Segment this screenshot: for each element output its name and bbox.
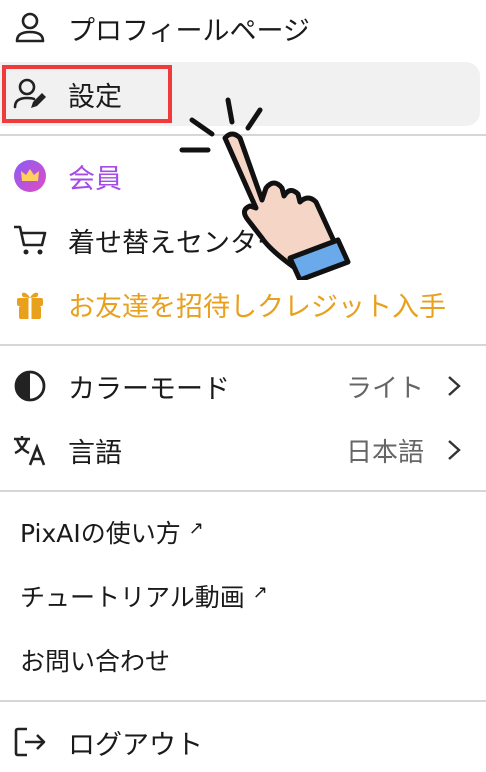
contrast-icon: [12, 368, 48, 404]
cart-icon: [12, 222, 48, 258]
crown-icon: [12, 158, 48, 194]
language-value: 日本語: [345, 437, 424, 468]
gift-icon: [12, 286, 48, 322]
menu-item-color-mode[interactable]: カラーモード ライト: [0, 358, 486, 414]
logout-icon: [12, 724, 48, 760]
chevron-right-icon: [448, 376, 461, 396]
menu-item-shop[interactable]: 着せ替えセンター: [0, 212, 486, 268]
translate-icon: [12, 432, 48, 468]
divider: [0, 700, 486, 702]
menu-item-label: お友達を招待しクレジット入手: [68, 291, 446, 323]
chevron-right-icon: [448, 440, 461, 460]
divider: [0, 344, 486, 346]
divider: [0, 490, 486, 492]
menu-item-label: 着せ替えセンター: [68, 227, 284, 259]
menu-item-member[interactable]: 会員: [0, 148, 486, 204]
user-icon: [12, 10, 48, 46]
menu-item-label: カラーモード: [68, 373, 230, 405]
highlight-box: [2, 65, 172, 123]
menu-item-contact[interactable]: お問い合わせ: [0, 632, 486, 688]
menu-item-label: ログアウト: [68, 729, 203, 761]
menu-item-language[interactable]: 言語 日本語: [0, 422, 486, 478]
external-link-icon: ↗: [252, 582, 268, 603]
menu-item-label: チュートリアル動画 ↗: [20, 578, 268, 614]
menu-item-label: お問い合わせ: [20, 647, 171, 676]
menu-item-howto[interactable]: PixAIの使い方 ↗: [0, 504, 486, 560]
user-menu: プロフィールページ 設定 会員 着せ替えセンター お友達を招待しクレジット入手: [0, 0, 486, 772]
external-link-icon: ↗: [188, 518, 204, 539]
menu-item-label: PixAIの使い方 ↗: [20, 514, 204, 550]
tutorial-text: チュートリアル動画: [20, 583, 245, 612]
howto-text: PixAIの使い方: [20, 519, 181, 548]
menu-item-logout[interactable]: ログアウト: [0, 714, 486, 770]
menu-item-label: プロフィールページ: [68, 15, 310, 47]
menu-item-tutorial[interactable]: チュートリアル動画 ↗: [0, 568, 486, 624]
menu-item-label: 言語: [68, 437, 122, 469]
menu-item-label: 会員: [68, 163, 122, 195]
divider: [0, 134, 486, 136]
menu-item-invite[interactable]: お友達を招待しクレジット入手: [0, 276, 486, 332]
menu-item-profile[interactable]: プロフィールページ: [0, 0, 486, 56]
color-mode-value: ライト: [345, 373, 424, 404]
